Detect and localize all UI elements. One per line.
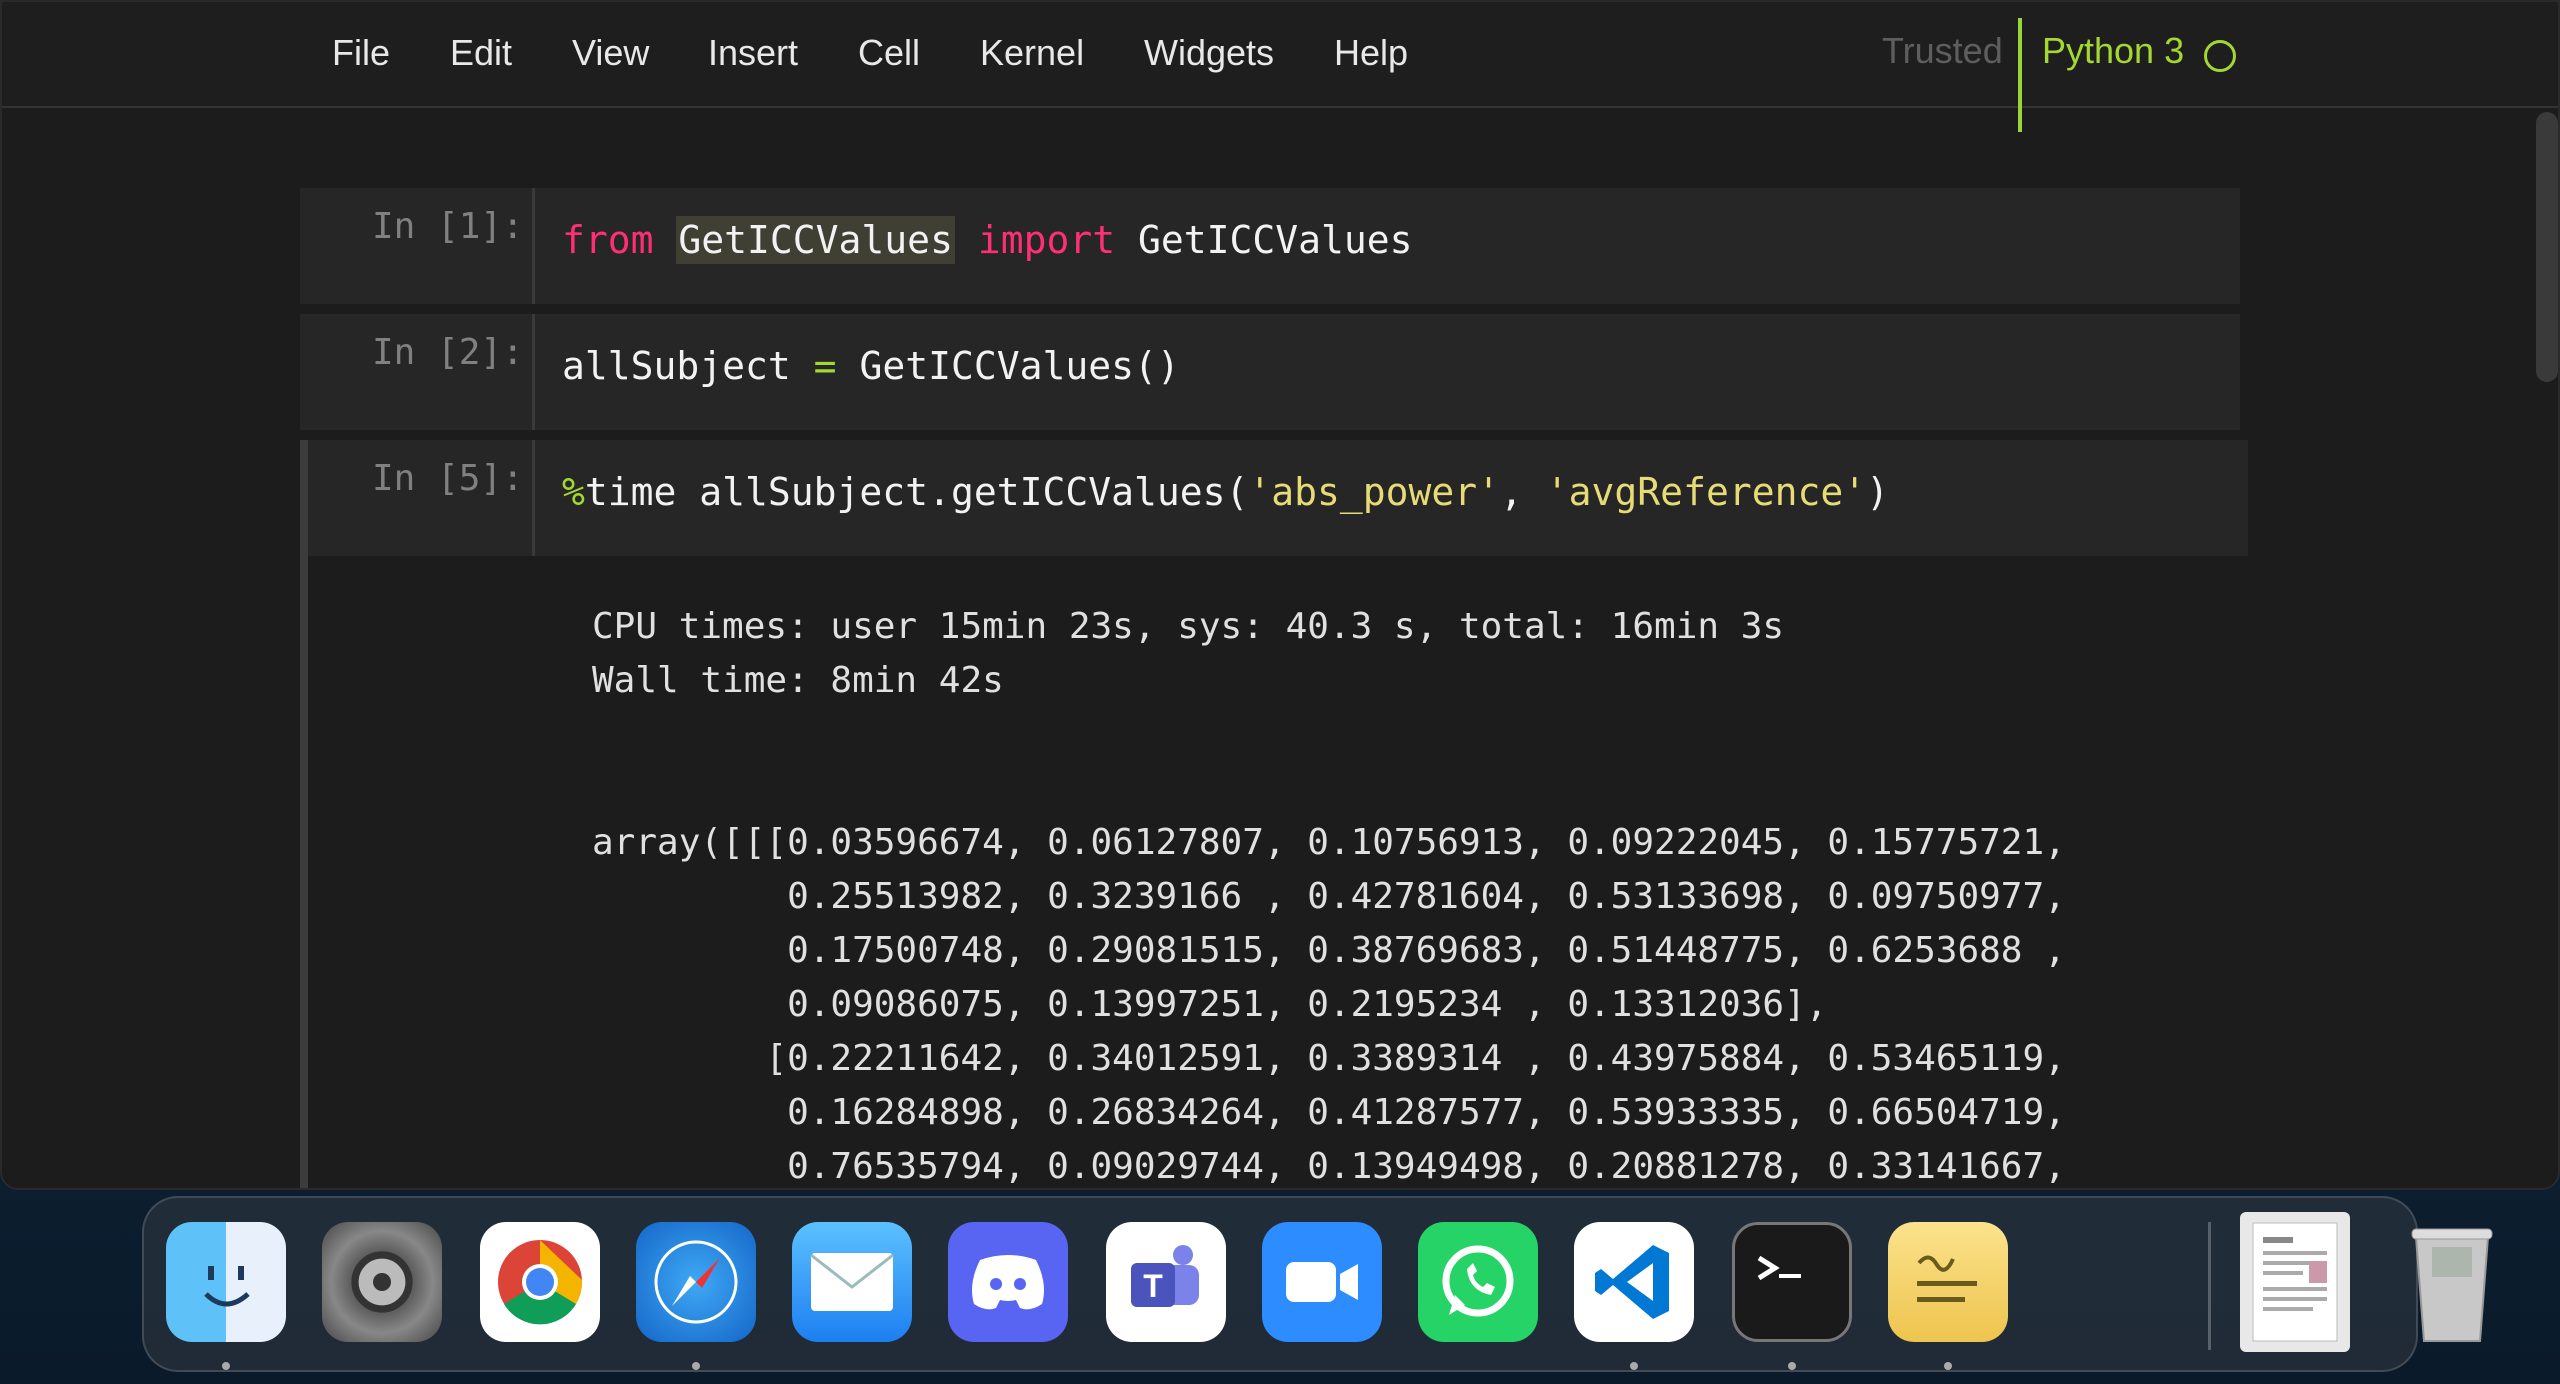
menu-widgets[interactable]: Widgets [1144, 32, 1274, 74]
finder-icon[interactable] [166, 1222, 286, 1342]
running-indicator [1944, 1362, 1952, 1370]
svg-text:T: T [1143, 1268, 1163, 1304]
cell-prompt: In [2]: [372, 332, 524, 373]
prompt-divider [532, 440, 535, 556]
jupyter-window: File Edit View Insert Cell Kernel Widget… [0, 0, 2560, 1190]
constructor-call: GetICCValues() [859, 344, 1180, 388]
output-line: 0.09086075, 0.13997251, 0.2195234 , 0.13… [592, 984, 1828, 1025]
terminal-icon[interactable] [1732, 1222, 1852, 1342]
system-settings-icon[interactable] [322, 1222, 442, 1342]
menu-bar: File Edit View Insert Cell Kernel Widget… [2, 2, 2558, 132]
discord-icon[interactable] [948, 1222, 1068, 1342]
selected-cell-bar [300, 556, 308, 1188]
output-line: [0.22211642, 0.34012591, 0.3389314 , 0.4… [592, 1038, 2066, 1079]
menu-file[interactable]: File [332, 32, 390, 74]
imported-name: GetICCValues [1138, 218, 1413, 262]
output-line: 0.16284898, 0.26834264, 0.41287577, 0.53… [592, 1092, 2066, 1133]
string-arg-2: 'avgReference' [1545, 470, 1867, 514]
variable-name: allSubject [562, 344, 791, 388]
pdf-document-icon[interactable] [2240, 1212, 2350, 1352]
module-name: GetICCValues [676, 216, 955, 264]
string-arg-1: 'abs_power' [1248, 470, 1501, 514]
output-line: array([[[0.03596674, 0.06127807, 0.10756… [592, 822, 2066, 863]
code-input[interactable]: %time allSubject.getICCValues('abs_power… [562, 470, 1889, 514]
dock-separator [2208, 1222, 2211, 1350]
arg-separator: , [1500, 470, 1546, 514]
code-input[interactable]: from GetICCValues import GetICCValues [562, 216, 1413, 264]
close-paren: ) [1866, 470, 1889, 514]
trash-icon[interactable] [2392, 1222, 2512, 1342]
output-line: 0.76535794, 0.09029744, 0.13949498, 0.20… [592, 1146, 2066, 1187]
safari-icon[interactable] [636, 1222, 756, 1342]
menu-view[interactable]: View [572, 32, 649, 74]
keyword-from: from [562, 218, 654, 262]
running-indicator [692, 1362, 700, 1370]
chrome-icon[interactable] [480, 1222, 600, 1342]
vscode-icon[interactable] [1574, 1222, 1694, 1342]
stickies-icon[interactable] [1888, 1222, 2008, 1342]
running-indicator [222, 1362, 230, 1370]
menu-insert[interactable]: Insert [708, 32, 798, 74]
kernel-name[interactable]: Python 3 [2042, 30, 2184, 72]
code-input[interactable]: allSubject = GetICCValues() [562, 344, 1180, 388]
code-cell-3[interactable]: In [5]: %time allSubject.getICCValues('a… [300, 440, 2248, 556]
kernel-divider [2018, 18, 2022, 132]
output-line: 0.17500748, 0.29081515, 0.38769683, 0.51… [592, 930, 2066, 971]
magic-percent: % [562, 470, 585, 514]
assign-operator: = [813, 344, 837, 388]
teams-icon[interactable]: T [1106, 1222, 1226, 1342]
cell-output: CPU times: user 15min 23s, sys: 40.3 s, … [592, 600, 2066, 1188]
scrollbar[interactable] [2536, 112, 2558, 382]
prompt-divider [532, 314, 535, 430]
output-line: CPU times: user 15min 23s, sys: 40.3 s, … [592, 606, 1785, 647]
dock: T [142, 1196, 2493, 1372]
method-call: time allSubject.getICCValues( [584, 470, 1249, 514]
running-indicator [1630, 1362, 1638, 1370]
output-line: Wall time: 8min 42s [592, 660, 1004, 701]
menu-cell[interactable]: Cell [858, 32, 920, 74]
code-cell-1[interactable]: In [1]: from GetICCValues import GetICCV… [300, 188, 2240, 304]
whatsapp-icon[interactable] [1418, 1222, 1538, 1342]
mail-icon[interactable] [792, 1222, 912, 1342]
cell-prompt: In [5]: [372, 458, 524, 499]
running-indicator [1788, 1362, 1796, 1370]
kernel-status-icon [2204, 40, 2236, 72]
zoom-icon[interactable] [1262, 1222, 1382, 1342]
keyword-import: import [977, 218, 1116, 262]
prompt-divider [532, 188, 535, 304]
menu-edit[interactable]: Edit [450, 32, 512, 74]
code-cell-2[interactable]: In [2]: allSubject = GetICCValues() [300, 314, 2240, 430]
menu-help[interactable]: Help [1334, 32, 1408, 74]
output-line: 0.25513982, 0.3239166 , 0.42781604, 0.53… [592, 876, 2066, 917]
cell-prompt: In [1]: [372, 206, 524, 247]
trusted-indicator[interactable]: Trusted [1882, 30, 2003, 72]
menu-kernel[interactable]: Kernel [980, 32, 1084, 74]
